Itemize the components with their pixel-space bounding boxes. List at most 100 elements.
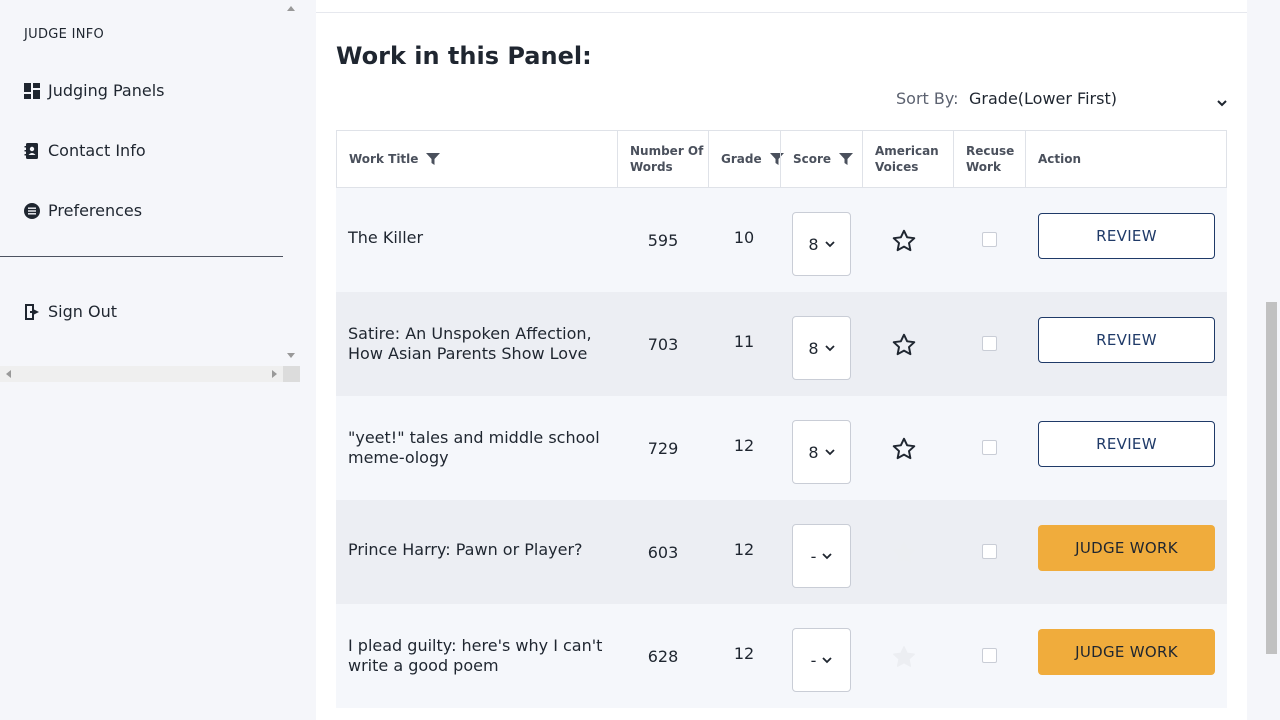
score-value: 8: [808, 338, 819, 358]
column-header-label: American Voices: [875, 143, 939, 175]
sidebar-item-label: Judging Panels: [48, 81, 165, 100]
sidebar: JUDGE INFO Judging Panels Contact Info P…: [0, 0, 300, 720]
scroll-down-arrow-icon[interactable]: [287, 353, 295, 358]
score-select[interactable]: -: [792, 524, 851, 588]
recuse-checkbox[interactable]: [982, 544, 997, 559]
sidebar-item-label: Contact Info: [48, 141, 146, 160]
work-title-line: How Asian Parents Show Love: [348, 344, 588, 363]
review-button[interactable]: REVIEW: [1038, 421, 1215, 467]
grade-value: 12: [733, 436, 755, 455]
score-select[interactable]: 8: [792, 316, 851, 380]
star-icon[interactable]: [891, 332, 917, 358]
sidebar-horizontal-scrollbar[interactable]: [0, 366, 283, 382]
word-count: 729: [647, 439, 679, 458]
sort-select[interactable]: Grade(Lower First): [969, 86, 1227, 110]
contact-book-icon: [24, 142, 40, 159]
word-count: 703: [647, 335, 679, 354]
star-icon[interactable]: [891, 228, 917, 254]
chevron-down-icon: [824, 343, 835, 353]
recuse-checkbox[interactable]: [982, 440, 997, 455]
column-header-label: Recuse Work: [966, 143, 1014, 175]
work-title-line: write a good poem: [348, 656, 499, 675]
sidebar-item-sign-out[interactable]: Sign Out: [24, 302, 117, 321]
column-header-american-voices: American Voices: [863, 131, 953, 187]
judge-work-button[interactable]: JUDGE WORK: [1038, 525, 1215, 571]
score-value: -: [810, 546, 817, 566]
recuse-checkbox[interactable]: [982, 232, 997, 247]
column-header-label: Number Of Words: [630, 143, 703, 175]
judge-work-button[interactable]: JUDGE WORK: [1038, 629, 1215, 675]
sidebar-item-label: Preferences: [48, 201, 143, 220]
scroll-right-arrow-icon[interactable]: [272, 370, 277, 378]
score-select[interactable]: 8: [792, 420, 851, 484]
column-header-line: Recuse: [966, 144, 1015, 158]
work-title: "yeet!" tales and middle school meme-olog…: [348, 428, 608, 468]
table-row: Prince Harry: Pawn or Player? 603 12 - JUDGE…: [336, 500, 1227, 604]
column-header-action: Action: [1026, 131, 1226, 187]
sidebar-scroll-area: JUDGE INFO Judging Panels Contact Info P…: [0, 0, 300, 382]
review-button[interactable]: REVIEW: [1038, 317, 1215, 363]
column-header-label: Work Title: [349, 152, 419, 166]
page-title: Work in this Panel:: [336, 42, 592, 70]
score-value: 8: [808, 234, 819, 254]
dashboard-icon: [24, 82, 40, 99]
column-header-label: Grade: [721, 152, 762, 166]
score-select[interactable]: 8: [792, 212, 851, 276]
grade-value: 10: [733, 228, 755, 247]
preferences-icon: [24, 202, 40, 219]
work-title: Prince Harry: Pawn or Player?: [348, 540, 608, 560]
word-count: 628: [647, 647, 679, 666]
work-title-line: meme-ology: [348, 448, 449, 467]
sidebar-heading: JUDGE INFO: [24, 27, 105, 42]
score-value: -: [810, 650, 817, 670]
filter-icon[interactable]: [839, 152, 854, 166]
column-header-number-of-words: Number Of Words: [618, 131, 708, 187]
grade-value: 11: [733, 332, 755, 351]
table-row: The Killer 595 10 8 REVIEW: [336, 188, 1227, 292]
sidebar-vertical-scrollbar[interactable]: [283, 0, 300, 366]
star-icon: [891, 644, 917, 670]
chevron-down-icon: [824, 239, 835, 249]
column-header-score: Score: [781, 131, 863, 187]
work-title: I plead guilty: here's why I can't write …: [348, 636, 608, 676]
work-title-line: Satire: An Unspoken Affection,: [348, 324, 592, 343]
scrollbar-thumb[interactable]: [1266, 302, 1277, 654]
chevron-down-icon: [822, 551, 833, 561]
chevron-down-icon: [1217, 93, 1227, 107]
page-vertical-scrollbar[interactable]: [1263, 0, 1280, 720]
chevron-down-icon: [822, 655, 833, 665]
sign-out-icon: [24, 303, 40, 320]
card-divider: [316, 12, 1247, 13]
column-header-line: Work: [966, 160, 1001, 174]
scroll-left-arrow-icon[interactable]: [6, 370, 11, 378]
sidebar-item-label: Sign Out: [48, 302, 117, 321]
chevron-down-icon: [824, 447, 835, 457]
table-row: Satire: An Unspoken Affection, How Asian …: [336, 292, 1227, 396]
work-title-line: The Killer: [348, 228, 424, 247]
sidebar-item-contact-info[interactable]: Contact Info: [24, 141, 146, 160]
star-icon[interactable]: [891, 436, 917, 462]
column-header-grade: Grade: [709, 131, 784, 187]
scrollbar-corner: [283, 366, 300, 382]
score-value: 8: [808, 442, 819, 462]
score-select[interactable]: -: [792, 628, 851, 692]
grade-value: 12: [733, 644, 755, 663]
work-title: Satire: An Unspoken Affection, How Asian …: [348, 324, 608, 364]
word-count: 595: [647, 231, 679, 250]
star-icon: [891, 540, 917, 566]
review-button[interactable]: REVIEW: [1038, 213, 1215, 259]
column-header-line: Voices: [875, 160, 919, 174]
column-header-line: Words: [630, 160, 673, 174]
table-row: I plead guilty: here's why I can't write …: [336, 604, 1227, 708]
recuse-checkbox[interactable]: [982, 648, 997, 663]
sidebar-item-preferences[interactable]: Preferences: [24, 201, 142, 220]
column-header-line: American: [875, 144, 939, 158]
work-title-line: "yeet!" tales and middle school: [348, 428, 600, 447]
scrollbar-track: [0, 366, 283, 382]
sidebar-item-judging-panels[interactable]: Judging Panels: [24, 81, 165, 100]
scroll-up-arrow-icon[interactable]: [287, 6, 295, 11]
table-row: "yeet!" tales and middle school meme-olog…: [336, 396, 1227, 500]
filter-icon[interactable]: [426, 152, 441, 166]
recuse-checkbox[interactable]: [982, 336, 997, 351]
grade-value: 12: [733, 540, 755, 559]
